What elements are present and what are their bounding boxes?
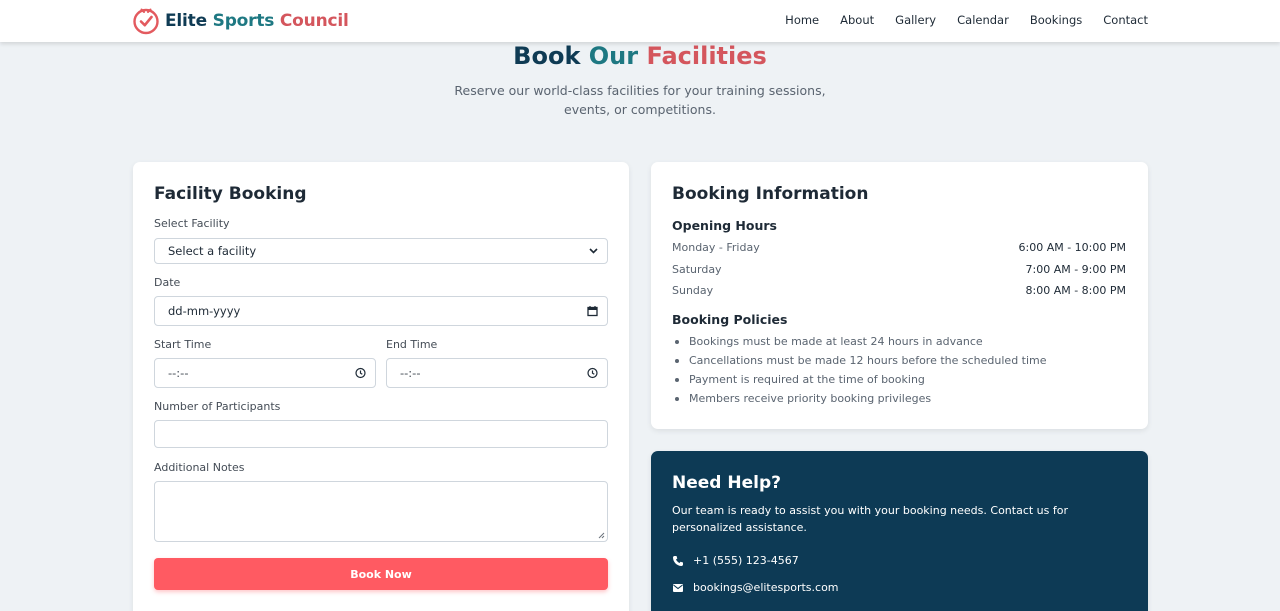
need-help-card: Need Help? Our team is ready to assist y… xyxy=(651,451,1148,611)
main-nav: Home About Gallery Calendar Bookings Con… xyxy=(764,13,1148,27)
hours-day: Sunday xyxy=(672,284,714,297)
notes-label: Additional Notes xyxy=(154,461,245,474)
bullet-icon xyxy=(675,358,679,363)
mail-icon xyxy=(673,583,683,592)
participants-input[interactable] xyxy=(154,420,608,448)
hours-day: Saturday xyxy=(672,263,722,276)
booking-info-title: Booking Information xyxy=(672,184,869,204)
bullet-icon xyxy=(675,339,679,344)
calendar-icon[interactable] xyxy=(587,306,598,317)
hours-row: Sunday 8:00 AM - 8:00 PM xyxy=(672,284,1126,297)
participants-label: Number of Participants xyxy=(154,400,281,413)
brand-name-part1: Elite xyxy=(165,11,207,31)
resize-handle-icon[interactable] xyxy=(598,532,605,539)
clock-icon[interactable] xyxy=(587,367,598,379)
nav-link-gallery[interactable]: Gallery xyxy=(895,13,936,27)
date-label: Date xyxy=(154,276,181,289)
hours-time: 8:00 AM - 8:00 PM xyxy=(1025,284,1127,297)
page-title: Book Our Facilities xyxy=(0,42,1280,70)
policy-item: Members receive priority booking privile… xyxy=(672,392,931,405)
brand-name-part3: Council xyxy=(279,11,349,31)
nav-link-about[interactable]: About xyxy=(840,13,874,27)
opening-hours-heading: Opening Hours xyxy=(672,218,777,233)
facility-booking-card: Facility Booking Select Facility Select … xyxy=(133,162,629,611)
chevron-down-icon xyxy=(589,248,598,254)
clock-icon[interactable] xyxy=(355,367,366,379)
policy-text: Cancellations must be made 12 hours befo… xyxy=(689,354,1047,367)
hours-row: Monday - Friday 6:00 AM - 10:00 PM xyxy=(672,241,1126,254)
date-placeholder: dd-mm-yyyy xyxy=(168,304,241,318)
book-now-button[interactable]: Book Now xyxy=(154,558,608,590)
page-subtitle: Reserve our world-class facilities for y… xyxy=(454,83,826,117)
policy-item: Cancellations must be made 12 hours befo… xyxy=(672,354,1047,367)
contact-phone-text: +1 (555) 123-4567 xyxy=(693,554,799,567)
hours-day: Monday - Friday xyxy=(672,241,760,254)
booking-info-card: Booking Information Opening Hours Monday… xyxy=(651,162,1148,429)
nav-link-home[interactable]: Home xyxy=(785,13,819,27)
contact-phone[interactable]: +1 (555) 123-4567 xyxy=(672,554,799,567)
need-help-text: Our team is ready to assist you with you… xyxy=(672,504,1069,534)
nav-link-contact[interactable]: Contact xyxy=(1103,13,1148,27)
hours-time: 7:00 AM - 9:00 PM xyxy=(1025,263,1127,276)
top-navbar: Elite Sports Council Home About Gallery … xyxy=(0,0,1280,42)
phone-icon xyxy=(673,555,683,566)
notes-textarea[interactable] xyxy=(154,481,608,542)
brand-name: Elite Sports Council xyxy=(165,11,349,31)
policy-item: Payment is required at the time of booki… xyxy=(672,373,925,386)
contact-email[interactable]: bookings@elitesports.com xyxy=(672,581,839,594)
brand-logo[interactable]: Elite Sports Council xyxy=(132,7,349,35)
policy-text: Members receive priority booking privile… xyxy=(689,392,932,405)
policy-item: Bookings must be made at least 24 hours … xyxy=(672,335,983,348)
policy-text: Bookings must be made at least 24 hours … xyxy=(689,335,983,348)
brand-name-part2: Sports xyxy=(212,11,275,31)
check-circle-icon xyxy=(133,8,159,35)
nav-link-bookings[interactable]: Bookings xyxy=(1030,13,1082,27)
page-title-part1: Book xyxy=(513,42,581,70)
hours-time: 6:00 AM - 10:00 PM xyxy=(1018,241,1127,254)
end-time-placeholder: --:-- xyxy=(400,366,421,380)
end-time-label: End Time xyxy=(386,338,438,351)
facility-booking-title: Facility Booking xyxy=(154,184,307,204)
need-help-title: Need Help? xyxy=(672,473,781,493)
policy-text: Payment is required at the time of booki… xyxy=(689,373,925,386)
bullet-icon xyxy=(675,377,679,382)
start-time-placeholder: --:-- xyxy=(168,366,189,380)
facility-select[interactable]: Select a facility xyxy=(154,238,608,264)
date-input[interactable]: dd-mm-yyyy xyxy=(154,296,608,326)
booking-policies-heading: Booking Policies xyxy=(672,312,788,327)
start-time-label: Start Time xyxy=(154,338,212,351)
end-time-input[interactable]: --:-- xyxy=(386,358,608,388)
nav-link-calendar[interactable]: Calendar xyxy=(957,13,1009,27)
start-time-input[interactable]: --:-- xyxy=(154,358,376,388)
page-title-part2: Our xyxy=(588,42,639,70)
bullet-icon xyxy=(675,396,679,401)
contact-email-text: bookings@elitesports.com xyxy=(693,581,839,594)
facility-select-value: Select a facility xyxy=(168,244,257,258)
hours-row: Saturday 7:00 AM - 9:00 PM xyxy=(672,263,1126,276)
facility-select-label: Select Facility xyxy=(154,217,230,230)
page-title-part3: Facilities xyxy=(646,42,767,70)
